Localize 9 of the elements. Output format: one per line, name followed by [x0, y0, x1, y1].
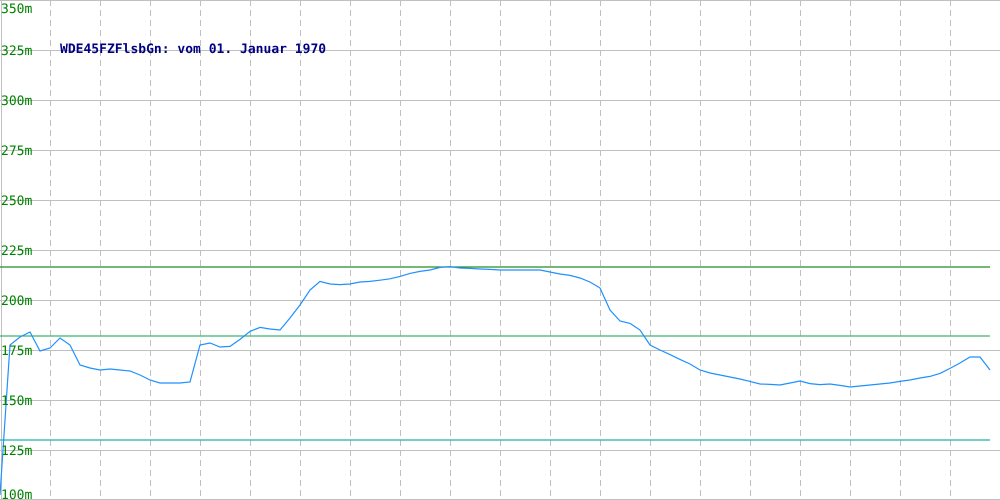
- y-tick-label: 325m: [1, 44, 32, 59]
- y-tick-label: 350m: [1, 2, 32, 17]
- y-tick-label: 275m: [1, 144, 32, 159]
- y-tick-label: 225m: [1, 244, 32, 259]
- y-tick-label: 200m: [1, 294, 32, 309]
- chart-title: WDE45FZFlsbGn: vom 01. Januar 1970: [60, 42, 326, 57]
- y-tick-label: 100m: [1, 488, 32, 500]
- y-tick-label: 250m: [1, 194, 32, 209]
- y-tick-label: 300m: [1, 94, 32, 109]
